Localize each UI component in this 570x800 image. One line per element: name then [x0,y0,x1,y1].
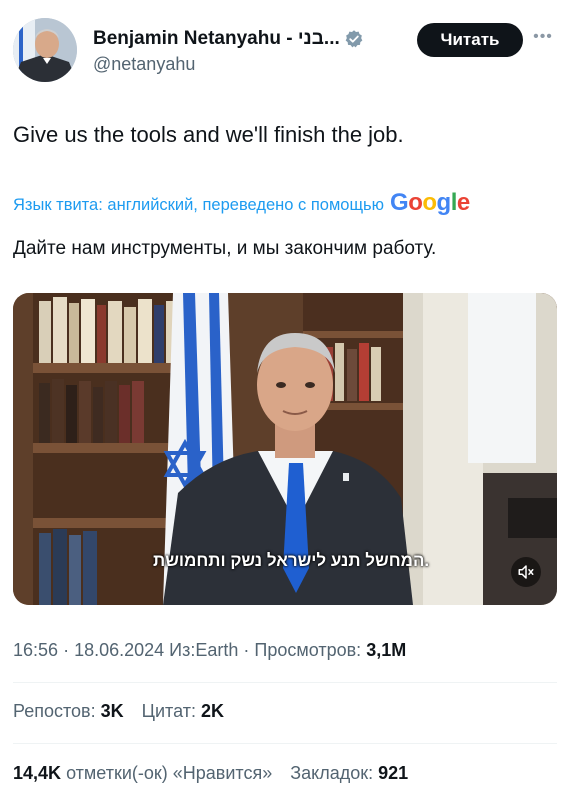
translation-attribution: Язык твита: английский, переведено с пом… [13,189,470,217]
tweet-source: Из:Earth [169,640,239,660]
more-options-icon[interactable]: ••• [528,28,558,48]
meta-separator: · [243,640,255,660]
reposts-stat[interactable]: Репостов: 3K [13,701,129,721]
google-logo: Google [390,189,470,216]
quotes-label: Цитат: [141,701,196,721]
author-handle[interactable]: @netanyahu [93,54,195,75]
avatar-photo [13,18,77,82]
likes-label: отметки(-ок) «Нравится» [66,763,273,783]
tweet-meta: 16:56 · 18.06.2024 Из:Earth · Просмотров… [13,640,406,661]
reposts-label: Репостов: [13,701,96,721]
meta-separator: · [63,640,75,660]
views-count: 3,1M [366,640,407,660]
bookmarks-stat[interactable]: Закладок: 921 [290,763,408,783]
tweet-text: Give us the tools and we'll finish the j… [13,122,404,147]
muted-speaker-icon[interactable] [511,557,541,587]
reposts-count: 3K [100,701,124,721]
bookmarks-label: Закладок: [290,763,374,783]
video-subtitle: .המחשל תנע לישראל נשק ותחמושת [153,551,430,570]
books-top [39,297,180,363]
tweet-time[interactable]: 16:56 [13,640,58,660]
translation-label[interactable]: Язык твита: английский, переведено с пом… [13,196,384,215]
quotes-stat[interactable]: Цитат: 2K [142,701,224,721]
likes-stat[interactable]: 14,4K отметки(-ок) «Нравится» [13,763,277,783]
likes-count: 14,4K [13,763,62,783]
translated-text: Дайте нам инструменты, и мы закончим раб… [13,238,437,259]
author-display-name[interactable]: Benjamin Netanyahu - בני... [93,28,340,50]
divider [13,743,557,744]
likes-bookmarks-stats: 14,4K отметки(-ок) «Нравится» Закладок: … [13,763,408,784]
tweet-date[interactable]: 18.06.2024 [74,640,164,660]
author-name-row[interactable]: Benjamin Netanyahu - בני... [93,28,364,50]
author-avatar[interactable] [13,18,77,82]
bookmarks-count: 921 [378,763,409,783]
tweet-video[interactable]: .המחשל תנע לישראל נשק ותחמושת [13,293,557,605]
tweet-header: Benjamin Netanyahu - בני... @netanyahu Ч… [13,14,558,84]
verified-badge-icon [345,30,363,48]
repost-quote-stats: Репостов: 3K Цитат: 2K [13,701,224,722]
quotes-count: 2K [200,701,224,721]
views-label: Просмотров: [254,640,362,660]
follow-button[interactable]: Читать [417,23,523,57]
divider [13,682,557,683]
